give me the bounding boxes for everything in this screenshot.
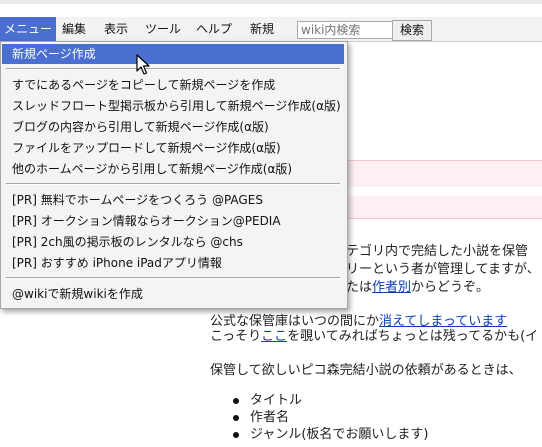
browser-address-strip xyxy=(0,0,542,4)
menu-help[interactable]: ヘルプ xyxy=(196,17,232,41)
dropdown-item-new-wiki[interactable]: @wikiで新規wikiを作成 xyxy=(2,284,344,304)
menu-menu[interactable]: メニュー xyxy=(0,17,57,41)
page-text: リーという者が管理してますが、 xyxy=(346,262,540,277)
page-text: 保管して欲しいピコ森完結小説の依頼があるときは、 xyxy=(210,363,522,378)
dropdown-item-pr-pages[interactable]: [PR] 無料でホームページをつくろう @PAGES xyxy=(2,190,344,210)
dropdown-item-from-blog[interactable]: ブログの内容から引用して新規ページ作成(α版) xyxy=(2,117,344,137)
dropdown-item-copy-page[interactable]: すでにあるページをコピーして新規ページを作成 xyxy=(2,75,344,95)
dropdown-item-pr-iphone[interactable]: [PR] おすすめ iPhone iPadアプリ情報 xyxy=(2,253,344,273)
wiki-search-input[interactable] xyxy=(297,21,393,39)
menu-separator xyxy=(6,183,340,185)
list-item: タイトル xyxy=(230,392,429,409)
dropdown-item-pr-chs[interactable]: [PR] 2ch風の掲示板のレンタルなら @chs xyxy=(2,232,344,252)
search-button[interactable]: 検索 xyxy=(392,20,432,41)
menu-bar: メニュー 編集 表示 ツール ヘルプ 新規 xyxy=(0,17,542,42)
menu-view[interactable]: 表示 xyxy=(104,17,128,41)
dropdown-item-upload-file[interactable]: ファイルをアップロードして新規ページ作成(α版) xyxy=(2,138,344,158)
page-header-band xyxy=(346,160,542,187)
menu-dropdown: 新規ページ作成 すでにあるページをコピーして新規ページを作成 スレッドフロート型… xyxy=(0,41,348,309)
menu-separator xyxy=(6,68,340,70)
list-item: ジャンル(板名でお願いします) xyxy=(230,426,429,443)
page-text: テゴリ内で完結した小説を保管 xyxy=(346,244,529,259)
page-text: たは作者別からどうぞ。 xyxy=(346,280,490,295)
page-header-band xyxy=(346,196,542,219)
dropdown-item-from-homepage[interactable]: 他のホームページから引用して新規ページ作成(α版) xyxy=(2,159,344,179)
bullet-list: タイトル 作者名 ジャンル(板名でお願いします) xyxy=(230,392,429,443)
menu-tools[interactable]: ツール xyxy=(145,17,181,41)
list-item: 作者名 xyxy=(230,409,429,426)
dropdown-item-from-thread[interactable]: スレッドフロート型掲示板から引用して新規ページ作成(α版) xyxy=(2,96,344,116)
menu-edit[interactable]: 編集 xyxy=(62,17,86,41)
page-text: こっそりここを覗いてみればちょっとは残ってるかも(イ xyxy=(210,329,539,344)
mouse-cursor-icon xyxy=(136,54,150,75)
here-link[interactable]: ここ xyxy=(261,329,287,344)
menu-separator xyxy=(6,277,340,279)
dropdown-item-new-page[interactable]: 新規ページ作成 xyxy=(2,44,344,64)
dropdown-item-pr-pedia[interactable]: [PR] オークション情報ならオークション@PEDIA xyxy=(2,211,344,231)
menu-new[interactable]: 新規 xyxy=(250,17,274,41)
author-link[interactable]: 作者別 xyxy=(372,280,411,295)
